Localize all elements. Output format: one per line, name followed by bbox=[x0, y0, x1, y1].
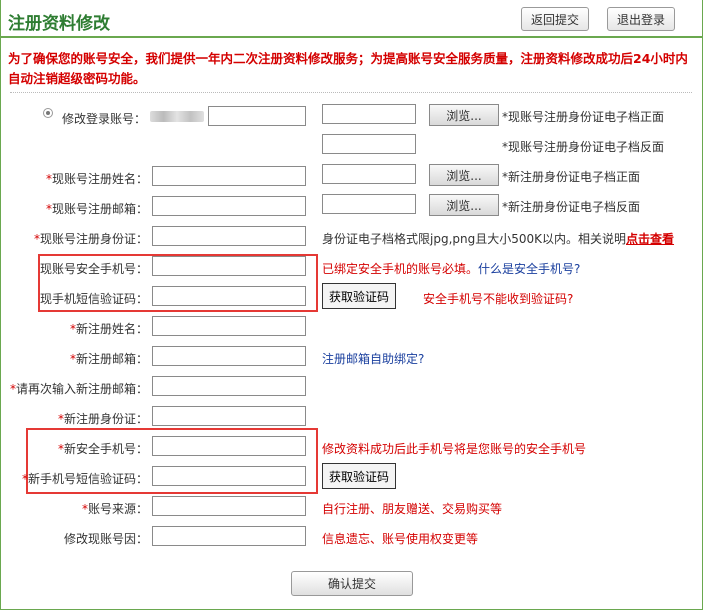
account-source-label: *账号来源： bbox=[81, 502, 148, 516]
account-source-input[interactable] bbox=[152, 496, 306, 516]
confirm-submit-button[interactable]: 确认提交 bbox=[291, 571, 413, 596]
modify-account-label: 修改登录账号： bbox=[61, 112, 146, 126]
current-id-label: *现账号注册身份证： bbox=[33, 232, 148, 246]
current-get-code-button[interactable]: 获取验证码 bbox=[322, 283, 397, 309]
new-email-label: *新注册邮箱： bbox=[69, 352, 148, 366]
new-phone-input[interactable] bbox=[152, 436, 306, 456]
current-phone-note: 已绑定安全手机的账号必填。什么是安全手机号? bbox=[322, 262, 581, 276]
modify-reason-input[interactable] bbox=[152, 526, 306, 546]
new-phone-label: *新安全手机号： bbox=[57, 442, 148, 456]
new-email-input[interactable] bbox=[152, 346, 306, 366]
new-id-label: *新注册身份证： bbox=[57, 412, 148, 426]
blurred-account-name bbox=[150, 111, 204, 122]
no-code-help-link[interactable]: 安全手机号不能收到验证码? bbox=[423, 290, 573, 307]
current-phone-label: 现账号安全手机号： bbox=[39, 262, 148, 276]
current-sms-input[interactable] bbox=[152, 286, 306, 306]
new-id-front-note: *新注册身份证电子档正面 bbox=[502, 170, 641, 184]
old-id-front-note: *现账号注册身份证电子档正面 bbox=[502, 110, 665, 124]
new-id-front-file-input[interactable] bbox=[322, 164, 416, 184]
confirm-email-input[interactable] bbox=[152, 376, 306, 396]
page-title: 注册资料修改 bbox=[8, 14, 110, 34]
new-id-back-browse-button[interactable]: 浏览... bbox=[429, 194, 499, 216]
modify-reason-note: 信息遗忘、账号使用权变更等 bbox=[322, 532, 479, 546]
security-notice: 为了确保您的账号安全，我们提供一年内二次注册资料修改服务；为提高账号安全服务质量… bbox=[8, 51, 688, 86]
current-sms-label: 现手机短信验证码： bbox=[39, 292, 148, 306]
security-phone-help-link[interactable]: 什么是安全手机号? bbox=[478, 262, 580, 276]
new-sms-input[interactable] bbox=[152, 466, 306, 486]
current-name-input[interactable] bbox=[152, 166, 306, 186]
old-id-front-file-input[interactable] bbox=[322, 104, 416, 124]
new-id-back-note: *新注册身份证电子档反面 bbox=[502, 200, 641, 214]
old-id-back-note: *现账号注册身份证电子档反面 bbox=[502, 140, 665, 154]
back-submit-button[interactable]: 返回提交 bbox=[521, 7, 590, 31]
current-email-input[interactable] bbox=[152, 196, 306, 216]
new-phone-note: 修改资料成功后此手机号将是您账号的安全手机号 bbox=[322, 442, 587, 456]
id-help-link[interactable]: 点击查看 bbox=[626, 232, 674, 246]
current-phone-input[interactable] bbox=[152, 256, 306, 276]
old-id-back-file-input[interactable] bbox=[322, 134, 416, 154]
logout-button[interactable]: 退出登录 bbox=[607, 7, 676, 31]
title-divider bbox=[0, 36, 703, 38]
current-id-input[interactable] bbox=[152, 226, 306, 246]
new-name-label: *新注册姓名： bbox=[69, 322, 148, 336]
account-source-note: 自行注册、朋友赠送、交易购买等 bbox=[322, 502, 503, 516]
email-self-bind-link[interactable]: 注册邮箱自助绑定? bbox=[322, 350, 424, 367]
confirm-email-label: *请再次输入新注册邮箱： bbox=[9, 382, 148, 396]
new-id-front-browse-button[interactable]: 浏览... bbox=[429, 164, 499, 186]
new-id-input[interactable] bbox=[152, 406, 306, 426]
new-id-back-file-input[interactable] bbox=[322, 194, 416, 214]
modify-account-input[interactable] bbox=[208, 106, 306, 126]
old-id-front-browse-button[interactable]: 浏览... bbox=[429, 104, 499, 126]
new-get-code-button[interactable]: 获取验证码 bbox=[322, 463, 397, 489]
id-format-note: 身份证电子档格式限jpg,png且大小500K以内。相关说明点击查看 bbox=[322, 232, 675, 246]
current-email-label: *现账号注册邮箱： bbox=[45, 202, 148, 216]
current-name-label: *现账号注册姓名： bbox=[45, 172, 148, 186]
new-sms-label: *新手机号短信验证码： bbox=[21, 472, 148, 486]
account-radio[interactable] bbox=[43, 108, 53, 118]
notice-divider bbox=[10, 92, 692, 93]
modify-reason-label: 修改现账号因： bbox=[63, 532, 148, 546]
new-name-input[interactable] bbox=[152, 316, 306, 336]
